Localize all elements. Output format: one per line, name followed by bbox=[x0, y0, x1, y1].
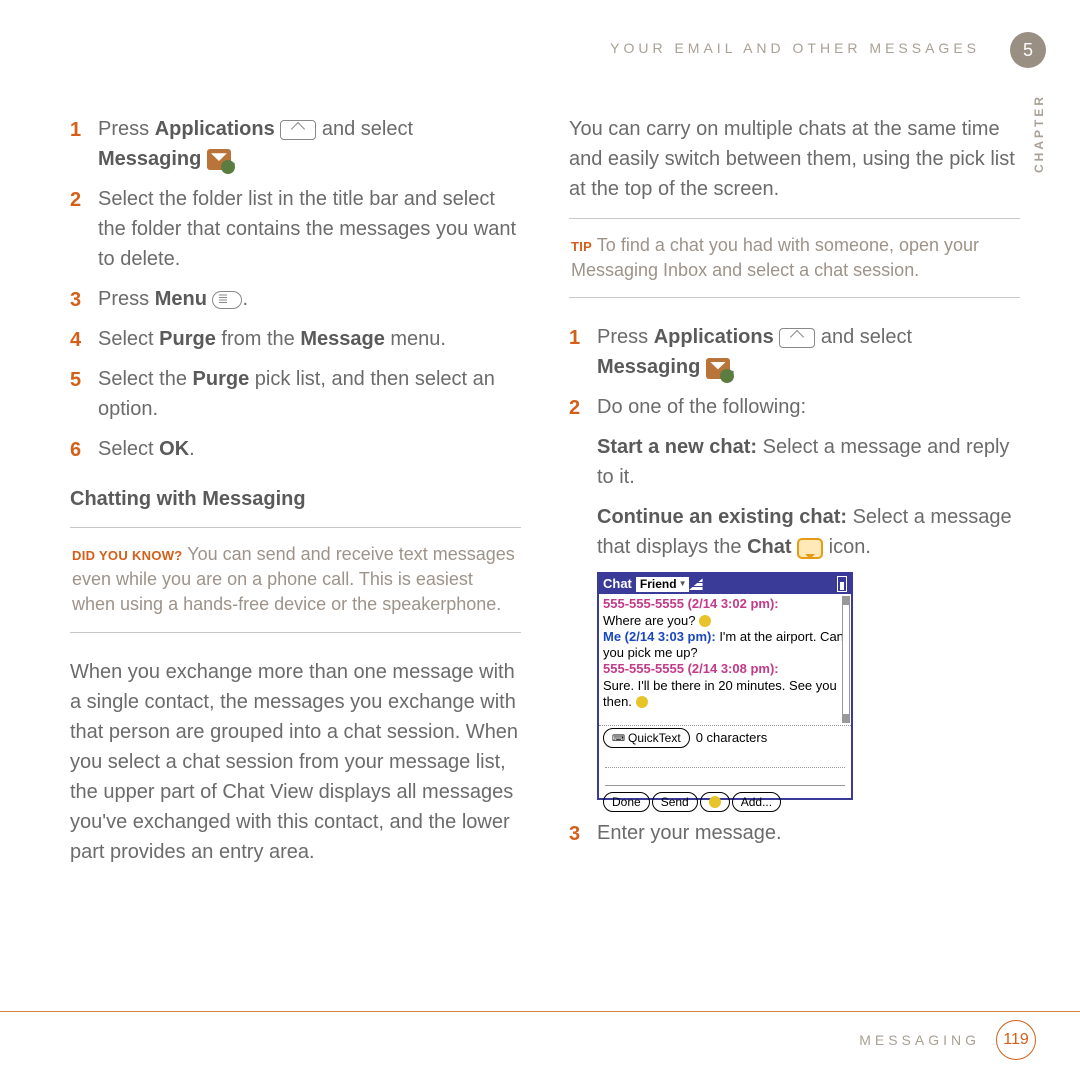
r-step-3: Enter your message. bbox=[569, 818, 1020, 848]
chat-body: 555-555-5555 (2/14 3:02 pm): Where are y… bbox=[599, 594, 851, 726]
chat-titlebar: Chat Friend bbox=[599, 574, 851, 594]
step-3: Press Menu . bbox=[70, 284, 521, 314]
step-1: Press Applications and select Messaging … bbox=[70, 114, 521, 174]
right-paragraph-1: You can carry on multiple chats at the s… bbox=[569, 114, 1020, 204]
chapter-label: CHAPTER bbox=[1032, 94, 1046, 173]
menu-key-icon bbox=[212, 291, 242, 309]
sub-start-chat: Start a new chat: Select a message and r… bbox=[569, 432, 1020, 492]
left-steps: Press Applications and select Messaging … bbox=[70, 114, 521, 464]
tip-box: TIP To find a chat you had with someone,… bbox=[569, 218, 1020, 298]
r-step-1: Press Applications and select Messaging … bbox=[569, 322, 1020, 382]
left-paragraph: When you exchange more than one message … bbox=[70, 657, 521, 867]
scrollbar[interactable] bbox=[842, 596, 850, 723]
page-header: YOUR EMAIL AND OTHER MESSAGES bbox=[70, 40, 1020, 56]
footer-label: MESSAGING bbox=[859, 1032, 980, 1048]
chat-picklist[interactable]: Friend bbox=[636, 577, 689, 592]
step-5: Select the Purge pick list, and then sel… bbox=[70, 364, 521, 424]
did-you-know-box: DID YOU KNOW? You can send and receive t… bbox=[70, 527, 521, 633]
signal-icon bbox=[689, 578, 703, 590]
section-heading: Chatting with Messaging bbox=[70, 488, 521, 511]
step-2: Select the folder list in the title bar … bbox=[70, 184, 521, 274]
chat-input[interactable] bbox=[605, 752, 845, 768]
send-button[interactable]: Send bbox=[652, 792, 698, 812]
right-steps: Press Applications and select Messaging … bbox=[569, 322, 1020, 422]
tip-label: TIP bbox=[571, 239, 592, 254]
footer-rule bbox=[0, 1011, 1080, 1012]
chapter-badge: 5 bbox=[1010, 32, 1046, 68]
dyk-label: DID YOU KNOW? bbox=[72, 548, 183, 563]
sub-continue-chat: Continue an existing chat: Select a mess… bbox=[569, 502, 1020, 562]
page-number: 119 bbox=[996, 1020, 1036, 1060]
home-key-icon bbox=[779, 328, 815, 348]
step-6: Select OK. bbox=[70, 434, 521, 464]
emoji-button[interactable] bbox=[700, 792, 730, 812]
emoji-icon bbox=[709, 796, 721, 808]
right-steps-cont: Enter your message. bbox=[569, 818, 1020, 848]
battery-icon bbox=[837, 576, 847, 592]
chat-icon bbox=[797, 538, 823, 559]
add-button[interactable]: Add... bbox=[732, 792, 781, 812]
r-step-2: Do one of the following: bbox=[569, 392, 1020, 422]
messaging-icon bbox=[706, 358, 730, 379]
char-count: 0 characters bbox=[696, 730, 768, 746]
chat-screenshot: Chat Friend 555-555-5555 (2/14 3:02 pm):… bbox=[597, 572, 853, 800]
emoji-icon bbox=[636, 696, 648, 708]
quicktext-button[interactable]: ⌨QuickText bbox=[603, 728, 690, 748]
chat-input[interactable] bbox=[605, 770, 845, 786]
messaging-icon bbox=[207, 149, 231, 170]
emoji-icon bbox=[699, 615, 711, 627]
done-button[interactable]: Done bbox=[603, 792, 650, 812]
step-4: Select Purge from the Message menu. bbox=[70, 324, 521, 354]
home-key-icon bbox=[280, 120, 316, 140]
